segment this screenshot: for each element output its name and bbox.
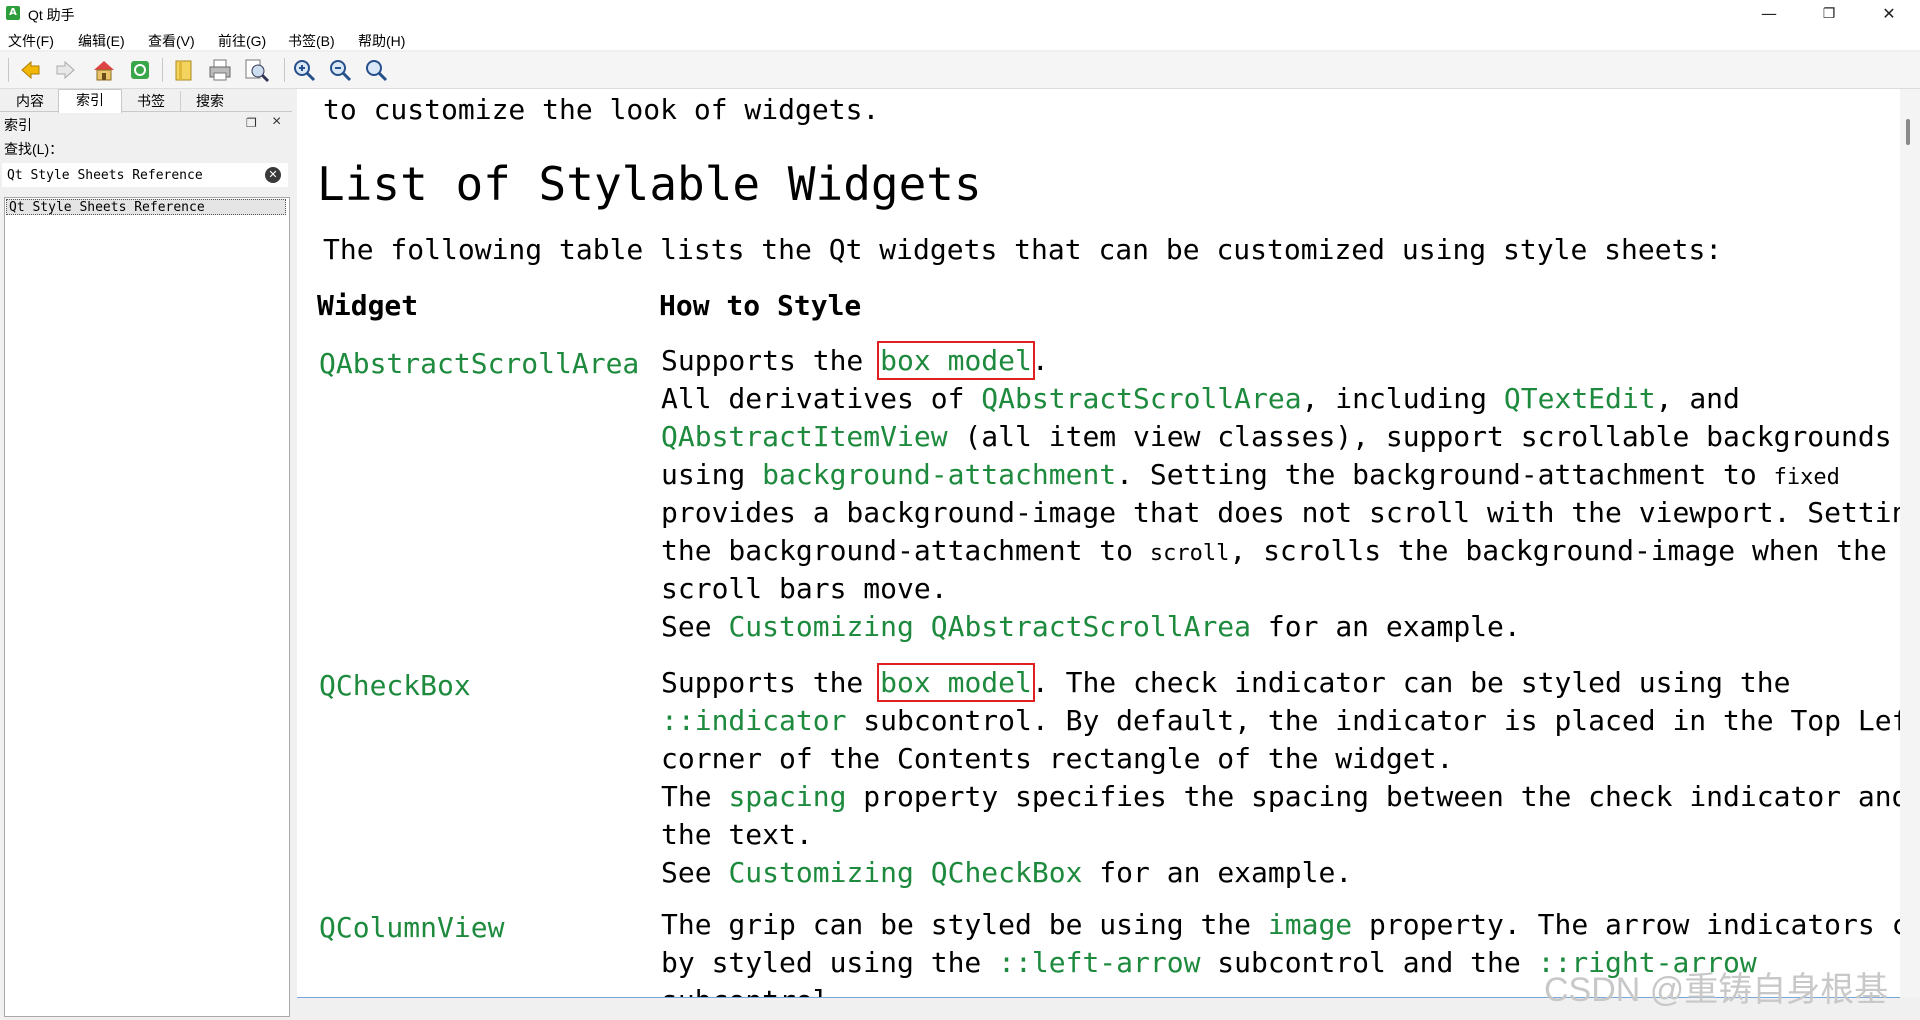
desc-text: subcontrol. <box>661 984 846 997</box>
toolbar-separator <box>284 58 285 82</box>
code-scroll: scroll <box>1149 541 1230 566</box>
desc-text: scroll bars move. <box>661 572 948 605</box>
list-item[interactable]: Qt Style Sheets Reference <box>6 199 286 215</box>
desc-text: Supports the <box>661 344 881 377</box>
desc-text: provides a background-image that does no… <box>661 496 1900 529</box>
desc-text: corner of the Contents rectangle of the … <box>661 742 1454 775</box>
zoom-in-icon[interactable] <box>290 56 318 84</box>
restore-button[interactable]: ❐ <box>1806 0 1852 28</box>
widget-link-qcolumnview[interactable]: QColumnView <box>319 911 504 944</box>
index-list: Qt Style Sheets Reference <box>4 197 290 1017</box>
desc-text: Supports the <box>661 666 881 699</box>
desc-text: using <box>661 458 763 491</box>
page-heading: List of Stylable Widgets <box>317 157 982 211</box>
sidebar: 内容 索引 书签 搜索 索引 ❐ × 查找(L)： Qt Style Sheet… <box>0 89 292 1020</box>
index-search-value: Qt Style Sheets Reference <box>7 168 203 183</box>
qabstractscrollarea-link[interactable]: QAbstractScrollArea <box>981 382 1301 415</box>
dock-title: 索引 <box>4 117 32 133</box>
desc-text: subcontrol and the <box>1200 946 1538 979</box>
menu-bar: 文件(F) 编辑(E) 查看(V) 前往(G) 书签(B) 帮助(H) <box>0 28 1920 50</box>
clear-icon[interactable]: ✕ <box>265 167 281 183</box>
intro-paragraph: The following table lists the Qt widgets… <box>323 233 1723 266</box>
bookmark-icon[interactable] <box>170 56 198 84</box>
menu-bookmarks[interactable]: 书签(B) <box>288 31 335 51</box>
print-icon[interactable] <box>206 56 234 84</box>
menu-file[interactable]: 文件(F) <box>8 31 54 51</box>
sync-icon[interactable] <box>126 56 154 84</box>
vertical-scrollbar[interactable] <box>1900 89 1920 997</box>
desc-text: , scrolls the background-image when the <box>1229 534 1887 567</box>
widget-link-qabstractscrollarea[interactable]: QAbstractScrollArea <box>319 347 639 380</box>
watermark: CSDN @重铸自身根基 <box>1544 971 1889 1009</box>
scrollbar-thumb[interactable] <box>1906 119 1910 145</box>
zoom-reset-icon[interactable] <box>362 56 390 84</box>
desc-text: . Setting the background-attachment to <box>1116 458 1774 491</box>
menu-edit[interactable]: 编辑(E) <box>78 31 125 51</box>
tab-search[interactable]: 搜索 <box>180 91 240 111</box>
forward-icon[interactable] <box>52 56 80 84</box>
box-model-link[interactable]: box model <box>877 341 1035 380</box>
desc-text: , including <box>1301 382 1504 415</box>
desc-qcheckbox: Supports the box model. The check indica… <box>661 663 1900 892</box>
desc-text: the text. <box>661 818 813 851</box>
desc-text: by styled using the <box>661 946 999 979</box>
customizing-qabstractscrollarea-link[interactable]: Customizing QAbstractScrollArea <box>728 610 1251 643</box>
zoom-out-icon[interactable] <box>326 56 354 84</box>
desc-text: All derivatives of <box>661 382 982 415</box>
desc-text: property. The arrow indicators can <box>1352 908 1900 941</box>
find-label: 查找(L)： <box>4 141 64 157</box>
qabstractitemview-link[interactable]: QAbstractItemView <box>661 420 948 453</box>
menu-help[interactable]: 帮助(H) <box>358 31 405 51</box>
desc-text: the background-attachment to <box>661 534 1150 567</box>
menu-view[interactable]: 查看(V) <box>148 31 195 51</box>
desc-text: (all item view classes), support scrolla… <box>947 420 1892 453</box>
tab-contents[interactable]: 内容 <box>2 91 59 111</box>
index-search-input[interactable]: Qt Style Sheets Reference ✕ <box>2 163 288 187</box>
customizing-qcheckbox-link[interactable]: Customizing QCheckBox <box>728 856 1082 889</box>
desc-text: property specifies the spacing between t… <box>846 780 1900 813</box>
minimize-button[interactable]: — <box>1746 0 1792 28</box>
intro-text: to customize the look of widgets. <box>323 93 880 126</box>
background-attachment-link[interactable]: background-attachment <box>762 458 1116 491</box>
toolbar-separator <box>162 58 163 82</box>
desc-text: The grip can be styled be using the <box>661 908 1268 941</box>
desc-text: , and <box>1655 382 1740 415</box>
desc-text: See <box>661 610 729 643</box>
sidebar-tabs: 内容 索引 书签 搜索 <box>0 89 292 113</box>
box-model-link[interactable]: box model <box>877 663 1035 702</box>
desc-text: See <box>661 856 729 889</box>
indicator-link[interactable]: ::indicator <box>661 704 846 737</box>
desc-text: for an example. <box>1251 610 1521 643</box>
qtextedit-link[interactable]: QTextEdit <box>1504 382 1656 415</box>
desc-text: subcontrol. By default, the indicator is… <box>846 704 1900 737</box>
help-content: to customize the look of widgets. List o… <box>297 89 1900 998</box>
close-button[interactable]: ✕ <box>1866 0 1912 28</box>
desc-qabstractscrollarea: Supports the box model. All derivatives … <box>661 341 1900 646</box>
app-icon: A <box>6 6 20 20</box>
left-arrow-link[interactable]: ::left-arrow <box>998 946 1200 979</box>
toolbar-grip <box>8 58 9 82</box>
home-icon[interactable] <box>90 56 118 84</box>
code-fixed: fixed <box>1773 465 1840 490</box>
back-icon[interactable] <box>16 56 44 84</box>
tab-bookmarks[interactable]: 书签 <box>122 91 181 111</box>
tab-index[interactable]: 索引 <box>58 89 122 113</box>
desc-text: . <box>1031 344 1049 377</box>
dock-float-icon[interactable]: ❐ <box>246 116 257 130</box>
desc-text: for an example. <box>1082 856 1353 889</box>
dock-close-icon[interactable]: × <box>272 113 281 131</box>
desc-text: The <box>661 780 729 813</box>
desc-text: . The check indicator can be styled usin… <box>1031 666 1791 699</box>
spacing-link[interactable]: spacing <box>728 780 846 813</box>
title-bar: A Qt 助手 — ❐ ✕ <box>0 0 1920 28</box>
find-icon[interactable] <box>242 56 270 84</box>
widget-link-qcheckbox[interactable]: QCheckBox <box>319 669 471 702</box>
menu-go[interactable]: 前往(G) <box>218 31 266 51</box>
toolbar <box>0 52 1920 89</box>
column-header-widget: Widget <box>317 289 419 322</box>
column-header-how: How to Style <box>659 289 862 322</box>
window-title: Qt 助手 <box>28 7 75 23</box>
image-link[interactable]: image <box>1268 908 1352 941</box>
